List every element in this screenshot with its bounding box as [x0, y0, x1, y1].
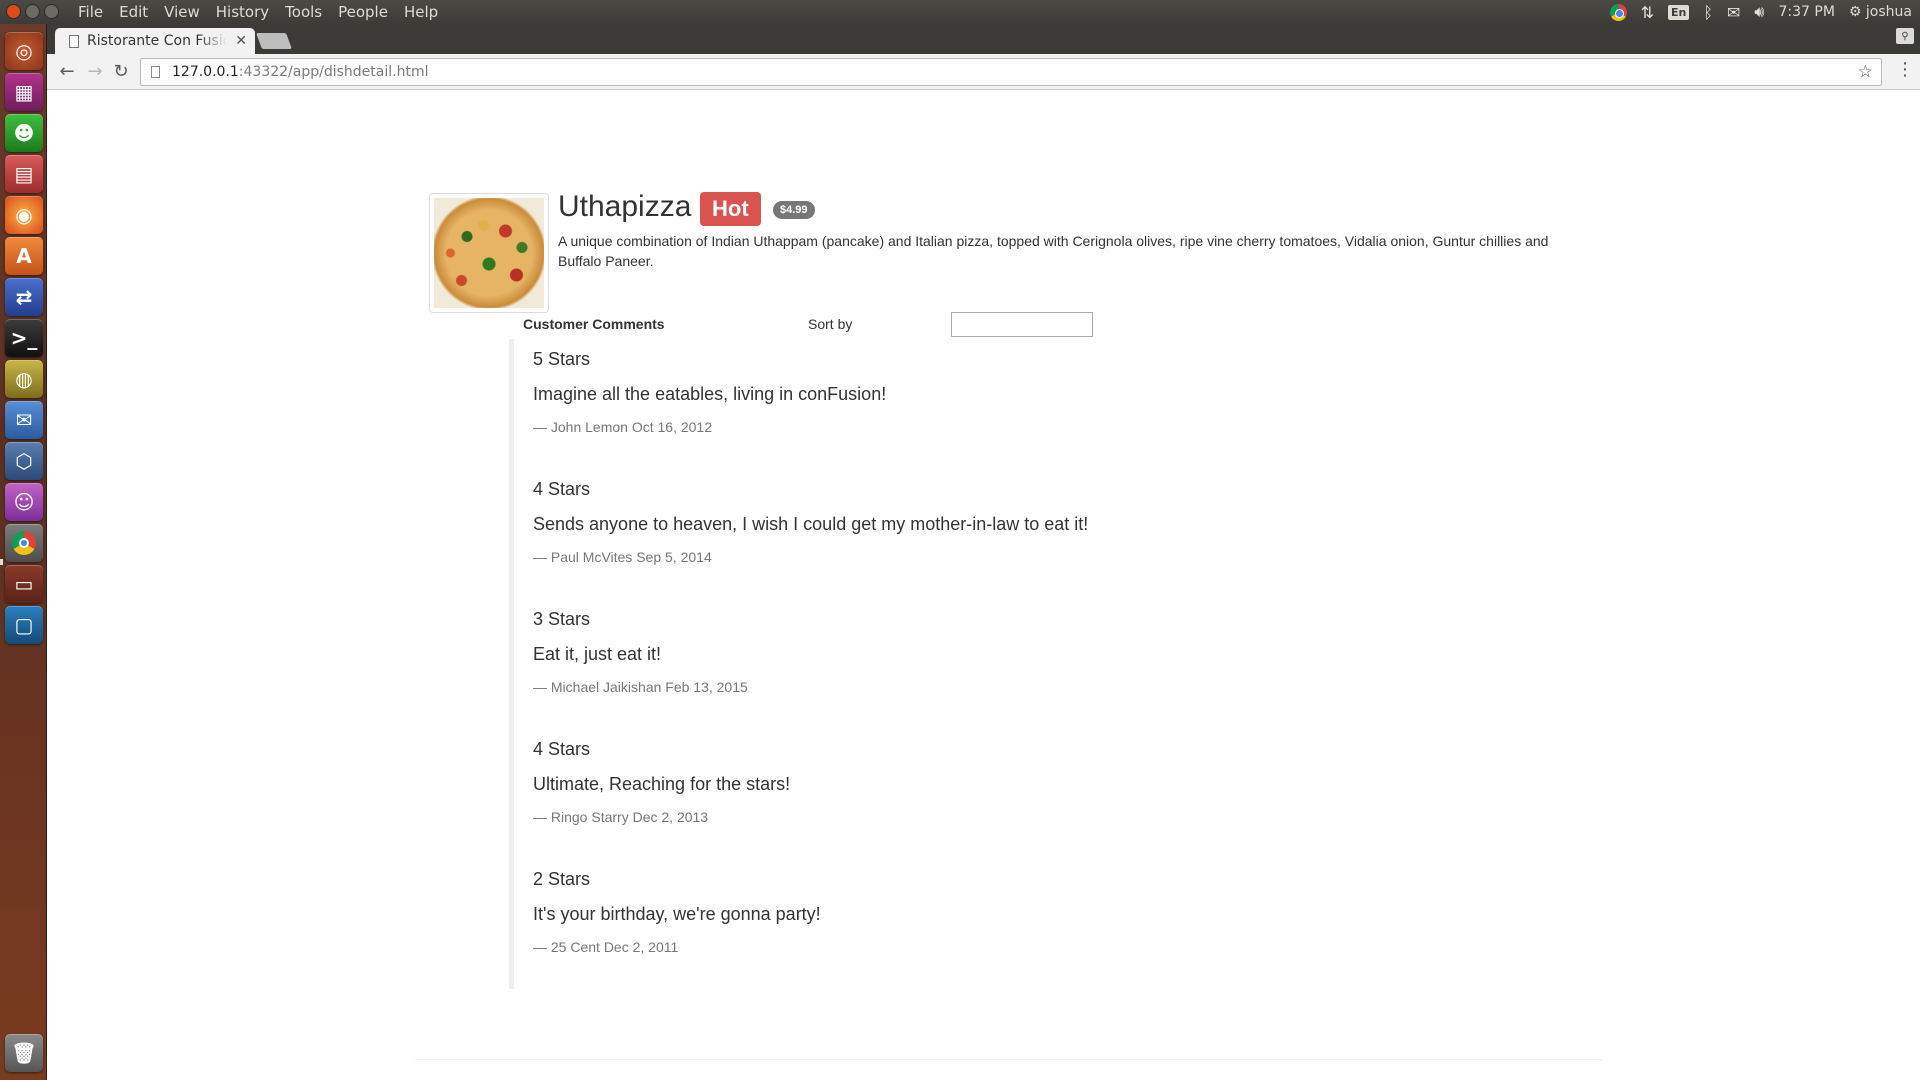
menu-people[interactable]: People	[330, 2, 396, 22]
comment-author-date: — John Lemon Oct 16, 2012	[533, 419, 712, 435]
tab-title: Ristorante Con Fusion	[87, 33, 228, 49]
tab-ristorante[interactable]: Ristorante Con Fusion ✕	[55, 28, 255, 54]
sort-by-label: Sort by	[808, 316, 853, 332]
close-tab-icon[interactable]: ✕	[235, 33, 247, 49]
clock[interactable]: 7:37 PM	[1778, 4, 1834, 20]
running-indicator	[0, 559, 3, 565]
new-tab-button[interactable]	[256, 33, 292, 49]
dish-label: Hot	[700, 192, 761, 226]
trash-icon[interactable]: 🗑︎	[5, 1034, 43, 1072]
comment-author-date: — Paul McVites Sep 5, 2014	[533, 549, 712, 565]
chrome-tray-icon[interactable]	[1609, 3, 1627, 21]
intellij-icon[interactable]: ▢	[5, 606, 43, 644]
pizza-photo	[434, 198, 544, 308]
page-viewport: Uthapizza Hot $4.99 A unique combination…	[47, 91, 1920, 1080]
sort-by-input[interactable]	[951, 312, 1093, 337]
workspace-switcher-icon[interactable]: ▦	[5, 73, 43, 111]
top-panel: File Edit View History Tools People Help…	[0, 0, 1920, 24]
mail-icon[interactable]: ✉	[1727, 3, 1740, 22]
terminal-icon[interactable]: >_	[5, 319, 43, 357]
files-icon[interactable]: ▭	[5, 565, 43, 603]
network-tool-icon[interactable]: ⇄	[5, 278, 43, 316]
address-bar[interactable]: 127.0.0.1:43322/app/dishdetail.html ☆	[140, 58, 1882, 86]
comment-item: 4 Stars Ultimate, Reaching for the stars…	[509, 729, 1309, 859]
comment-text: Ultimate, Reaching for the stars!	[533, 774, 791, 794]
comment-text: Imagine all the eatables, living in conF…	[533, 384, 887, 404]
comment-rating: 4 Stars	[533, 739, 591, 759]
comment-author-date: — Ringo Starry Dec 2, 2013	[533, 809, 709, 825]
price-badge: $4.99	[773, 201, 815, 219]
file-manager-icon[interactable]: ▤	[5, 155, 43, 193]
comment-item: 5 Stars Imagine all the eatables, living…	[509, 339, 1309, 469]
dish-description: A unique combination of Indian Uthappam …	[558, 233, 1549, 269]
thunderbird-icon[interactable]: ✉	[5, 401, 43, 439]
minimize-window-button[interactable]	[25, 4, 40, 19]
unity-launcher: ◎ ▦ ☻ ▤ ◉ A ⇄ >_ ◍ ✉ ⬡ ☺ ▭ ▢ 🗑︎	[0, 24, 47, 1080]
comment-rating: 3 Stars	[533, 609, 591, 629]
chrome-menu-button[interactable]: ⋮	[1896, 61, 1914, 79]
menu-edit[interactable]: Edit	[111, 2, 156, 22]
comment-text: Eat it, just eat it!	[533, 644, 662, 664]
virtualbox-icon[interactable]: ⬡	[5, 442, 43, 480]
dish-image	[429, 193, 549, 313]
volume-icon[interactable]: 🔊︎	[1754, 2, 1764, 22]
footer-divider	[415, 1059, 1602, 1060]
maximize-window-button[interactable]	[44, 4, 59, 19]
pidgin-icon[interactable]: ☺	[5, 483, 43, 521]
comment-rating: 5 Stars	[533, 349, 591, 369]
forward-button[interactable]: →	[83, 59, 107, 83]
page-icon	[69, 34, 79, 48]
network-icon[interactable]: ⇅	[1641, 3, 1654, 22]
comment-text: It's your birthday, we're gonna party!	[533, 904, 821, 924]
url-path: :43322/app/dishdetail.html	[238, 64, 429, 80]
browser-window: Ristorante Con Fusion ✕ ⚲ ← → ↻ 127.0.0.…	[47, 24, 1920, 1080]
comment-rating: 4 Stars	[533, 479, 591, 499]
window-controls	[6, 4, 59, 19]
user-menu[interactable]: ⚙ joshua	[1849, 4, 1912, 20]
gear-icon: ⚙	[1848, 4, 1862, 20]
profile-icon[interactable]: ⚲	[1896, 28, 1914, 44]
software-center-icon[interactable]: A	[5, 237, 43, 275]
dish-title: Uthapizza	[558, 190, 692, 223]
url-host: 127.0.0.1	[172, 64, 239, 80]
menu-history[interactable]: History	[208, 2, 277, 22]
messenger-icon[interactable]: ☻	[5, 114, 43, 152]
dash-home-icon[interactable]: ◎	[5, 32, 43, 70]
comments-heading: Customer Comments	[523, 316, 665, 332]
comments-list: 5 Stars Imagine all the eatables, living…	[509, 339, 1309, 989]
chrome-launcher-icon[interactable]	[5, 524, 43, 562]
back-button[interactable]: ←	[55, 59, 79, 83]
menu-help[interactable]: Help	[396, 2, 446, 22]
page-info-icon[interactable]	[151, 66, 160, 78]
menu-tools[interactable]: Tools	[277, 2, 330, 22]
tab-strip: Ristorante Con Fusion ✕ ⚲	[47, 24, 1920, 54]
comment-item: 4 Stars Sends anyone to heaven, I wish I…	[509, 469, 1309, 599]
bookmark-star-icon[interactable]: ☆	[1858, 62, 1873, 82]
audio-player-icon[interactable]: ◍	[5, 360, 43, 398]
system-tray: ⇅ En ᛒ ✉ 🔊︎ 7:37 PM ⚙ joshua	[1609, 0, 1912, 24]
comment-item: 3 Stars Eat it, just eat it! — Michael J…	[509, 599, 1309, 729]
keyboard-layout-indicator[interactable]: En	[1668, 4, 1690, 20]
menu-file[interactable]: File	[70, 2, 111, 22]
browser-toolbar: ← → ↻ 127.0.0.1:43322/app/dishdetail.htm…	[47, 54, 1920, 90]
comment-text: Sends anyone to heaven, I wish I could g…	[533, 514, 1089, 534]
comment-item: 2 Stars It's your birthday, we're gonna …	[509, 859, 1309, 989]
comment-author-date: — Michael Jaikishan Feb 13, 2015	[533, 679, 748, 695]
comment-rating: 2 Stars	[533, 869, 591, 889]
reload-button[interactable]: ↻	[109, 59, 133, 83]
comment-author-date: — 25 Cent Dec 2, 2011	[533, 939, 679, 955]
user-name: joshua	[1865, 4, 1912, 20]
menu-view[interactable]: View	[156, 2, 208, 22]
firefox-icon[interactable]: ◉	[5, 196, 43, 234]
app-menubar: File Edit View History Tools People Help	[70, 2, 446, 22]
bluetooth-icon[interactable]: ᛒ	[1703, 3, 1713, 22]
close-window-button[interactable]	[6, 4, 21, 19]
